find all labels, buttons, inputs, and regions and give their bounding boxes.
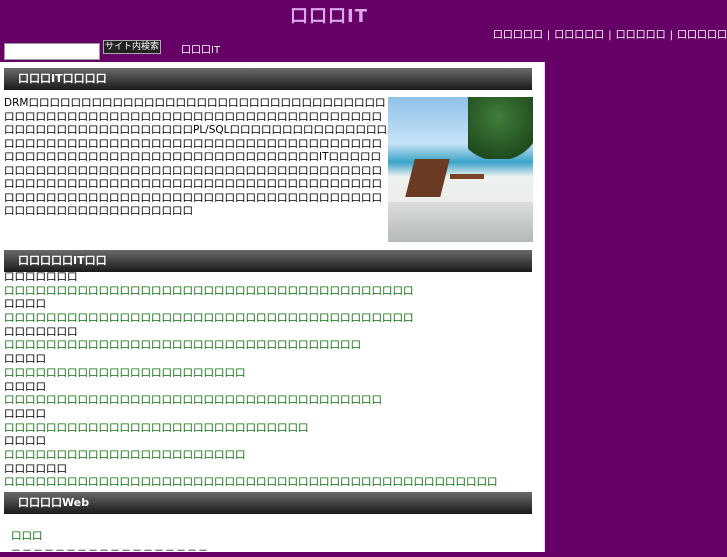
list-item: 口口口口口口口口口口口口口口口口口口口口口口口	[4, 367, 532, 381]
list-item-label: 口口口口口口	[4, 462, 67, 475]
web-section-header: 口口口口Web	[4, 492, 532, 514]
nav-separator: |	[608, 30, 612, 41]
breadcrumb: 口口口IT	[181, 45, 221, 56]
list-item-link[interactable]: 口口口口口口口口口口口口口口口口口口口口口口口口口口口口口口口口口口口口口口口口…	[4, 476, 498, 488]
site-search-button[interactable]: サイト内検索	[103, 40, 161, 54]
search-input[interactable]	[4, 43, 100, 60]
list-item-link[interactable]: 口口口口口口口口口口口口口口口口口口口口口口口口口口口口口口口口口口口口	[4, 394, 382, 406]
intro-section-header: 口口口IT口口口口	[4, 68, 532, 90]
photo-chair	[405, 159, 450, 197]
list-item: 口口口口口口口	[4, 326, 532, 340]
beach-chair-photo	[388, 97, 533, 242]
top-nav-link-2[interactable]: 口口口口口	[554, 30, 604, 41]
list-item: 口口口口口口口口口口口口口口口口口口口口口口口口口口口口口口口口口口口口口口口	[4, 312, 532, 326]
list-item-label: 口口口口	[4, 353, 46, 366]
site-title: 口口口IT	[290, 6, 368, 27]
list-item-label: 口口口口	[4, 380, 46, 393]
web-link[interactable]: 口口口	[11, 528, 43, 543]
photo-tree	[468, 97, 533, 159]
list-item: 口口口口口口	[4, 463, 532, 477]
divider-dashes: －－－－－－－－－－－－－－－－－－	[11, 546, 209, 557]
top-nav-link-4[interactable]: 口口口口口	[677, 30, 727, 41]
list-item: 口口口口	[4, 298, 532, 312]
list-item-link[interactable]: 口口口口口口口口口口口口口口口口口口口口口口口	[4, 449, 246, 461]
list-item-label: 口口口口	[4, 435, 46, 448]
list-item: 口口口口口口口口口口口口口口口口口口口口口口口口口口口口口口口口口口口口	[4, 394, 532, 408]
list-item-link[interactable]: 口口口口口口口口口口口口口口口口口口口口口口口口口口口口口口口口口口口口口口口	[4, 312, 414, 324]
list-item: 口口口口口口口口口口口口口口口口口口口口口口口口口口口口口	[4, 422, 532, 436]
list-item: 口口口口	[4, 435, 532, 449]
list-item: 口口口口口口口口口口口口口口口口口口口口口口口口口口口口口口口口口口口口口口口口…	[4, 476, 532, 490]
photo-table	[450, 174, 484, 179]
list-item-label: 口口口口	[4, 298, 46, 311]
list-item: 口口口口口口口	[4, 271, 532, 285]
list-item: 口口口口口口口口口口口口口口口口口口口口口口口口口口口口口口口口口口口口口口口	[4, 285, 532, 299]
list-item-label: 口口口口	[4, 407, 46, 420]
list-item: 口口口口	[4, 408, 532, 422]
list-item-link[interactable]: 口口口口口口口口口口口口口口口口口口口口口口口口口口口口口	[4, 422, 309, 434]
nav-separator: |	[669, 30, 673, 41]
list-item-link[interactable]: 口口口口口口口口口口口口口口口口口口口口口口口口口口口口口口口口口口口口口口口	[4, 285, 414, 297]
main-content: 口口口IT口口口口 DRM口口口口口口口口口口口口口口口口口口口口口口口口口口口…	[0, 62, 545, 557]
photo-shade	[388, 202, 533, 242]
list-item: 口口口口口口口口口口口口口口口口口口口口口口口口口口口口口口口口口口	[4, 339, 532, 353]
article-list: 口口口口口口口 口口口口口口口口口口口口口口口口口口口口口口口口口口口口口口口口口…	[4, 271, 532, 490]
top-nav: 口口口口口 | 口口口口口 | 口口口口口 | 口口口口口	[493, 26, 727, 41]
nav-separator: |	[546, 30, 551, 41]
intro-text: DRM口口口口口口口口口口口口口口口口口口口口口口口口口口口口口口口口口口口口口…	[4, 97, 387, 217]
list-item: 口口口口	[4, 381, 532, 395]
top-nav-link-3[interactable]: 口口口口口	[616, 30, 666, 41]
list-item-link[interactable]: 口口口口口口口口口口口口口口口口口口口口口口口	[4, 367, 246, 379]
top-nav-link-1[interactable]: 口口口口口	[493, 30, 543, 41]
list-item-label: 口口口口口口口	[4, 271, 78, 283]
list-item: 口口口口口口口口口口口口口口口口口口口口口口口	[4, 449, 532, 463]
list-item: 口口口口	[4, 353, 532, 367]
list-item-label: 口口口口口口口	[4, 325, 78, 338]
list-section-header: 口口口口口IT口口	[4, 250, 532, 272]
list-item-link[interactable]: 口口口口口口口口口口口口口口口口口口口口口口口口口口口口口口口口口口	[4, 339, 361, 351]
